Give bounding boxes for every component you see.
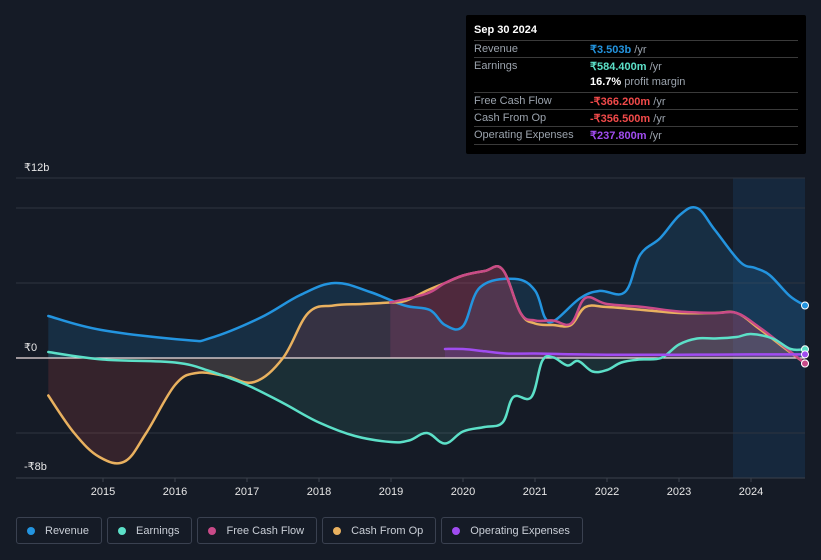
x-tick-label: 2021 — [523, 486, 547, 498]
revenue-end-marker — [801, 301, 809, 310]
tooltip-divider — [474, 144, 798, 145]
x-tick-label: 2020 — [451, 486, 475, 498]
tooltip-panel: Sep 30 2024 Revenue ₹3.503b /yr Earnings… — [466, 15, 806, 154]
tooltip-value: ₹237.800m /yr — [590, 130, 662, 142]
legend-item-free-cash-flow[interactable]: Free Cash Flow — [197, 517, 318, 544]
tooltip-row-cash-from-op: Cash From Op -₹356.500m /yr — [474, 109, 798, 127]
tooltip-value: 16.7% profit margin — [590, 76, 686, 88]
x-tick-label: 2018 — [307, 486, 331, 498]
tooltip-label: Cash From Op — [474, 112, 547, 124]
legend-item-operating-expenses[interactable]: Operating Expenses — [441, 517, 583, 544]
operating-expenses-end-marker — [801, 350, 809, 359]
tooltip-label: Free Cash Flow — [474, 95, 552, 107]
y-tick-label-zero: ₹0 — [24, 342, 37, 354]
tooltip-row-revenue: Revenue ₹3.503b /yr — [474, 40, 798, 58]
x-tick-label: 2023 — [667, 486, 691, 498]
x-tick-label: 2022 — [595, 486, 619, 498]
x-tick-label: 2019 — [379, 486, 403, 498]
tooltip-value: ₹584.400m /yr — [590, 61, 662, 73]
legend: Revenue Earnings Free Cash Flow Cash Fro… — [16, 517, 583, 544]
legend-item-cash-from-op[interactable]: Cash From Op — [322, 517, 437, 544]
y-tick-label-bottom: -₹8b — [24, 461, 47, 473]
tooltip-value: -₹366.200m /yr — [590, 96, 666, 108]
earnings-dot-icon — [118, 526, 127, 535]
tooltip-label: Earnings — [474, 60, 518, 72]
legend-item-revenue[interactable]: Revenue — [16, 517, 103, 544]
revenue-dot-icon — [27, 526, 35, 535]
legend-item-earnings[interactable]: Earnings — [107, 517, 193, 544]
tooltip-row-operating-expenses: Operating Expenses ₹237.800m /yr — [474, 126, 798, 144]
tooltip-date: Sep 30 2024 — [474, 24, 537, 36]
tooltip-row-earnings: Earnings ₹584.400m /yr — [474, 57, 798, 75]
tooltip-value: -₹356.500m /yr — [590, 113, 666, 125]
operating-expenses-dot-icon — [452, 526, 461, 535]
x-tick-label: 2024 — [739, 486, 763, 498]
tooltip-label: Revenue — [474, 43, 519, 55]
free-cash-flow-dot-icon — [208, 526, 217, 535]
tooltip-row-free-cash-flow: Free Cash Flow -₹366.200m /yr — [474, 92, 798, 110]
y-tick-label-top: ₹12b — [24, 162, 49, 174]
tooltip-label: Operating Expenses — [474, 129, 574, 141]
x-tick-label: 2017 — [235, 486, 259, 498]
tooltip-value: ₹3.503b /yr — [590, 44, 647, 56]
free-cash-flow-end-marker — [801, 359, 809, 368]
x-tick-label: 2016 — [163, 486, 187, 498]
x-axis: 2015 2016 2017 2018 2019 2020 2021 2022 2023 2024 — [16, 477, 805, 498]
cash-from-op-dot-icon — [333, 526, 342, 535]
tooltip-row-profit-margin: 16.7% profit margin — [474, 74, 798, 91]
x-tick-label: 2015 — [91, 486, 115, 498]
